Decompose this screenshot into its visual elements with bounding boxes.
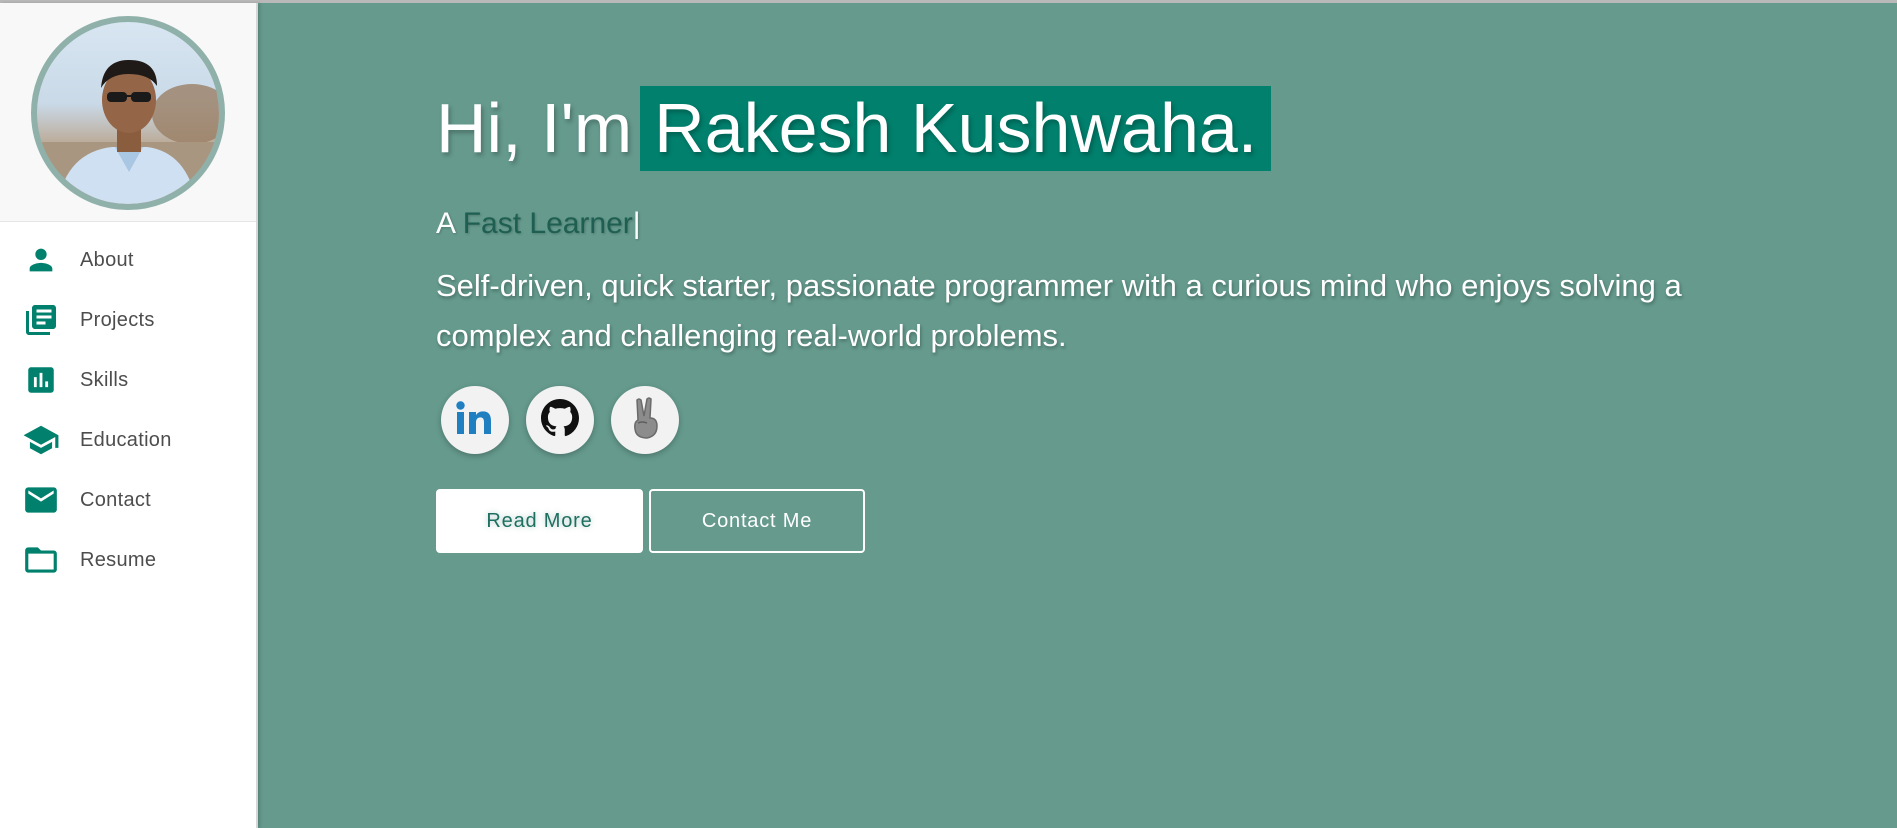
hero-title: Hi, I'm Rakesh Kushwaha. <box>436 83 1786 173</box>
typing-cursor: | <box>632 207 641 240</box>
school-icon <box>22 421 60 459</box>
sidebar-nav: About Projects Skills Education Contact … <box>0 222 256 590</box>
hero-actions: Read More Contact Me <box>436 489 1786 553</box>
github-icon <box>541 398 579 442</box>
linkedin-icon <box>455 400 495 441</box>
social-links <box>441 386 1786 454</box>
peace-link[interactable] <box>611 386 679 454</box>
folder-icon <box>22 541 60 579</box>
contact-me-button[interactable]: Contact Me <box>649 489 865 553</box>
avatar <box>31 16 225 210</box>
sidebar-item-resume[interactable]: Resume <box>0 530 256 590</box>
profile-block <box>0 3 256 222</box>
sidebar-item-label: Education <box>80 428 172 451</box>
hero-content: Hi, I'm Rakesh Kushwaha. A Fast Learner| … <box>436 83 1786 553</box>
person-icon <box>22 241 60 279</box>
sidebar-item-contact[interactable]: Contact <box>0 470 256 530</box>
sidebar-item-skills[interactable]: Skills <box>0 350 256 410</box>
sidebar-item-label: Skills <box>80 368 129 391</box>
tagline: A Fast Learner| <box>436 207 1786 241</box>
sidebar-item-label: Projects <box>80 308 155 331</box>
hero-description: Self-driven, quick starter, passionate p… <box>436 268 1682 353</box>
sidebar-item-about[interactable]: About <box>0 230 256 290</box>
github-link[interactable] <box>526 386 594 454</box>
sidebar: About Projects Skills Education Contact … <box>0 3 258 828</box>
tagline-role: Fast Learner <box>462 207 633 240</box>
sidebar-item-label: About <box>80 248 134 271</box>
page: About Projects Skills Education Contact … <box>0 0 1897 828</box>
avatar-photo <box>37 60 219 204</box>
hero-greeting: Hi, I'm <box>436 89 633 167</box>
sidebar-item-label: Contact <box>80 488 152 511</box>
read-more-button[interactable]: Read More <box>436 489 643 553</box>
peace-hand-icon <box>627 396 663 445</box>
sidebar-item-label: Resume <box>80 548 157 571</box>
tagline-prefix: A <box>436 207 455 240</box>
hero-section: Hi, I'm Rakesh Kushwaha. A Fast Learner| … <box>258 3 1897 828</box>
hero-name: Rakesh Kushwaha. <box>640 86 1272 171</box>
library-books-icon <box>22 301 60 339</box>
bar-chart-icon <box>22 361 60 399</box>
mail-icon <box>22 481 60 519</box>
linkedin-link[interactable] <box>441 386 509 454</box>
sidebar-item-education[interactable]: Education <box>0 410 256 470</box>
sidebar-item-projects[interactable]: Projects <box>0 290 256 350</box>
